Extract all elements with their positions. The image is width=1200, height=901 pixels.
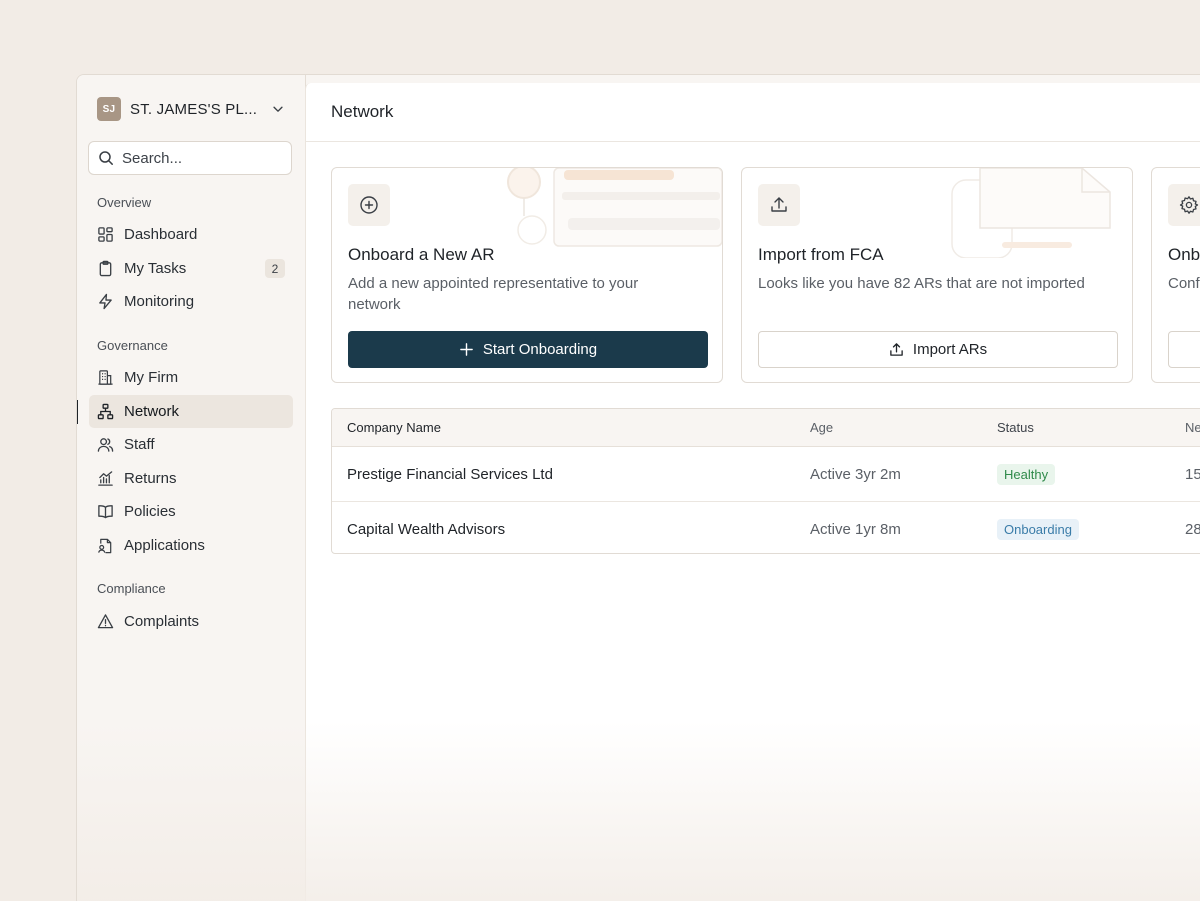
org-name: ST. JAMES'S PL...: [130, 100, 258, 118]
card-icon-box: [348, 184, 390, 226]
task-count-badge: 2: [265, 259, 285, 278]
card-description: Conf: [1168, 275, 1200, 292]
sidebar-item-label: Complaints: [124, 613, 200, 630]
sidebar-item-complaints[interactable]: Complaints: [89, 605, 293, 638]
card-onboard-ar: Onboard a New AR Add a new appointed rep…: [331, 167, 723, 383]
sidebar-item-network[interactable]: Network: [89, 395, 293, 428]
org-avatar: SJ: [97, 97, 121, 121]
card-title: Import from FCA: [758, 245, 884, 264]
start-onboarding-button[interactable]: Start Onboarding: [348, 331, 708, 368]
sidebar: SJ ST. JAMES'S PL... Overview Dashboard …: [77, 75, 306, 901]
search-icon: [99, 151, 113, 165]
sidebar-item-dashboard[interactable]: Dashboard: [89, 218, 293, 251]
company-name: Capital Wealth Advisors: [347, 520, 506, 538]
column-header-company[interactable]: Company Name: [347, 409, 441, 446]
section-label-overview: Overview: [97, 195, 152, 210]
lightning-icon: [99, 293, 112, 310]
network-icon: [97, 403, 114, 420]
file-user-icon: [98, 538, 112, 554]
card-title: Onboard a New AR: [348, 245, 495, 264]
sidebar-item-label: My Firm: [124, 369, 179, 386]
chevron-down-icon: [273, 106, 283, 112]
clipboard-icon: [99, 260, 112, 277]
company-age: Active 3yr 2m: [810, 465, 901, 483]
sidebar-item-label: Network: [124, 403, 180, 420]
page-title: Network: [331, 102, 394, 121]
status-badge: Onboarding: [997, 518, 1079, 540]
status-badge: Healthy: [997, 463, 1056, 485]
configure-button[interactable]: [1168, 331, 1200, 368]
card-description: Looks like you have 82 ARs that are not …: [758, 275, 1085, 292]
network-value: 28: [1185, 520, 1200, 538]
section-label-governance: Governance: [97, 338, 168, 353]
sidebar-item-my-firm[interactable]: My Firm: [89, 361, 293, 394]
sidebar-item-label: My Tasks: [124, 260, 187, 277]
sidebar-item-label: Policies: [124, 503, 176, 520]
sidebar-item-label: Dashboard: [124, 226, 198, 243]
main-panel: Network Onboard a New AR Add a new appoi…: [305, 83, 1200, 901]
sidebar-item-applications[interactable]: Applications: [89, 529, 293, 562]
upload-icon: [890, 343, 903, 356]
column-header-network[interactable]: Ne: [1185, 409, 1200, 446]
org-switcher[interactable]: SJ ST. JAMES'S PL...: [97, 97, 285, 121]
import-ars-button[interactable]: Import ARs: [758, 331, 1118, 368]
gear-icon: [1179, 196, 1199, 214]
column-header-age[interactable]: Age: [810, 409, 833, 446]
card-icon-box: [758, 184, 800, 226]
network-value: 15: [1185, 465, 1200, 483]
company-name: Prestige Financial Services Ltd: [347, 465, 553, 483]
table-header: Company Name Age Status Ne: [332, 409, 1200, 447]
decorative-illustration: [507, 168, 722, 247]
sidebar-item-staff[interactable]: Staff: [89, 428, 293, 461]
company-age: Active 1yr 8m: [810, 520, 901, 538]
upload-icon: [771, 197, 787, 212]
sidebar-item-returns[interactable]: Returns: [89, 462, 293, 495]
plus-circle-icon: [360, 196, 378, 214]
table-row[interactable]: Capital Wealth Advisors Active 1yr 8m On…: [332, 502, 1200, 553]
dashboard-icon: [98, 227, 113, 242]
sidebar-item-monitoring[interactable]: Monitoring: [89, 285, 293, 318]
chart-icon: [98, 471, 113, 486]
sidebar-item-label: Returns: [124, 470, 177, 487]
card-title: Onb: [1168, 245, 1200, 264]
column-header-status[interactable]: Status: [997, 409, 1034, 446]
network-table: Company Name Age Status Ne Prestige Fina…: [331, 408, 1200, 554]
table-row[interactable]: Prestige Financial Services Ltd Active 3…: [332, 447, 1200, 502]
search-input[interactable]: [122, 149, 282, 167]
page-header: Network: [306, 83, 1200, 142]
decorative-illustration: [951, 168, 1111, 258]
book-icon: [98, 505, 113, 519]
card-icon-box: [1168, 184, 1200, 226]
active-indicator: [77, 400, 78, 424]
button-label: Start Onboarding: [482, 341, 598, 358]
sidebar-item-policies[interactable]: Policies: [89, 495, 293, 528]
sidebar-item-my-tasks[interactable]: My Tasks 2: [89, 252, 293, 285]
app-window: SJ ST. JAMES'S PL... Overview Dashboard …: [76, 74, 1200, 901]
card-import-fca: Import from FCA Looks like you have 82 A…: [741, 167, 1133, 383]
status-cell: Onboarding: [997, 502, 1079, 553]
card-onboard-config: Onb Conf: [1151, 167, 1200, 383]
sidebar-item-label: Staff: [124, 436, 155, 453]
plus-icon: [460, 343, 473, 356]
sidebar-item-label: Applications: [124, 537, 205, 554]
card-description: Add a new appointed representative to yo…: [348, 275, 639, 313]
building-icon: [98, 370, 113, 385]
section-label-compliance: Compliance: [97, 581, 166, 596]
status-cell: Healthy: [997, 447, 1056, 501]
button-label: Import ARs: [912, 341, 988, 358]
sidebar-item-label: Monitoring: [124, 293, 195, 310]
warning-icon: [97, 614, 114, 629]
users-icon: [97, 438, 114, 452]
search-box[interactable]: [88, 141, 292, 175]
